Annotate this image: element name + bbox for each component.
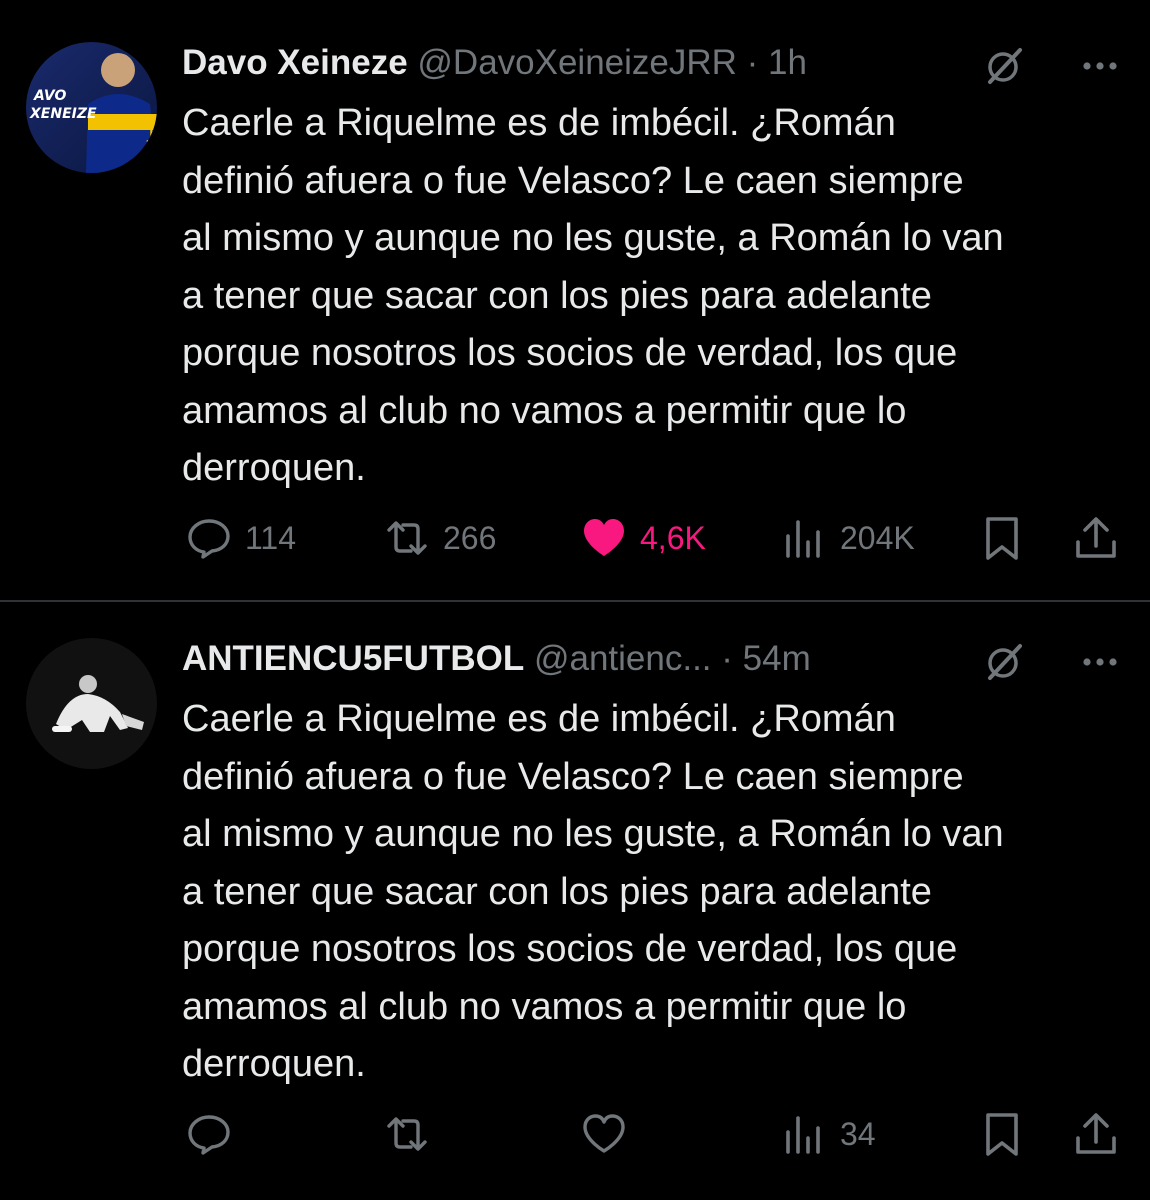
retweet-count: 266 xyxy=(443,519,497,556)
reply-button[interactable] xyxy=(185,1104,245,1164)
separator: · xyxy=(711,639,743,678)
views-button[interactable]: 204K xyxy=(780,508,915,568)
reply-icon xyxy=(188,519,230,559)
retweet-icon xyxy=(387,521,427,555)
reply-icon xyxy=(188,1115,230,1155)
bookmark-icon xyxy=(986,517,1018,560)
timestamp[interactable]: 1h xyxy=(768,43,807,82)
more-icon[interactable] xyxy=(1078,44,1122,88)
tweet[interactable]: ANTIENCU5FUTBOL @antienc... · 54m Caerle… xyxy=(0,601,1150,1200)
heart-icon xyxy=(584,519,624,556)
svg-text:AVO: AVO xyxy=(33,88,66,104)
tweet-header: Davo Xeineze @DavoXeineizeJRR · 1h xyxy=(182,38,1000,88)
svg-text:XENEIZE: XENEIZE xyxy=(29,106,97,122)
retweet-button[interactable] xyxy=(383,1104,443,1164)
tweet[interactable]: 10 AVO XENEIZE Davo Xeineze @DavoXeineiz… xyxy=(0,0,1150,600)
retweet-button[interactable]: 266 xyxy=(383,508,496,568)
like-button[interactable] xyxy=(580,1104,640,1164)
views-count: 34 xyxy=(840,1115,876,1152)
like-count: 4,6K xyxy=(640,519,706,556)
share-button[interactable] xyxy=(1072,1104,1120,1164)
username[interactable]: @antienc... xyxy=(534,639,712,678)
tweet-text: Caerle a Riquelme es de imbécil. ¿Román … xyxy=(182,698,1004,1085)
display-name[interactable]: ANTIENCU5FUTBOL xyxy=(182,639,524,678)
grok-icon[interactable] xyxy=(982,640,1026,684)
views-count: 204K xyxy=(840,519,915,556)
bookmark-button[interactable] xyxy=(978,508,1026,568)
reply-count: 114 xyxy=(245,519,297,556)
bookmark-icon xyxy=(986,1113,1018,1156)
tweet-header: ANTIENCU5FUTBOL @antienc... · 54m xyxy=(182,634,1000,684)
grok-icon[interactable] xyxy=(982,44,1026,88)
avatar[interactable]: 10 AVO XENEIZE xyxy=(26,42,157,173)
reply-button[interactable]: 114 xyxy=(185,508,296,568)
more-icon[interactable] xyxy=(1078,640,1122,684)
display-name[interactable]: Davo Xeineze xyxy=(182,43,408,82)
action-bar: 114 266 4,6K 204K xyxy=(0,508,1150,568)
share-icon xyxy=(1076,517,1116,558)
share-button[interactable] xyxy=(1072,508,1120,568)
bookmark-button[interactable] xyxy=(978,1104,1026,1164)
tweet-text: Caerle a Riquelme es de imbécil. ¿Román … xyxy=(182,102,1004,489)
separator: · xyxy=(736,43,769,82)
views-button[interactable]: 34 xyxy=(780,1104,876,1164)
avatar[interactable] xyxy=(26,638,157,769)
share-icon xyxy=(1076,1113,1116,1154)
action-bar: 34 xyxy=(0,1104,1150,1164)
like-button[interactable]: 4,6K xyxy=(580,508,706,568)
svg-text:10: 10 xyxy=(144,123,157,148)
timestamp[interactable]: 54m xyxy=(743,639,811,678)
retweet-icon xyxy=(387,1117,427,1151)
heart-icon xyxy=(583,1114,625,1153)
views-icon xyxy=(786,520,820,558)
username[interactable]: @DavoXeineizeJRR xyxy=(417,43,737,82)
views-icon xyxy=(786,1116,820,1154)
